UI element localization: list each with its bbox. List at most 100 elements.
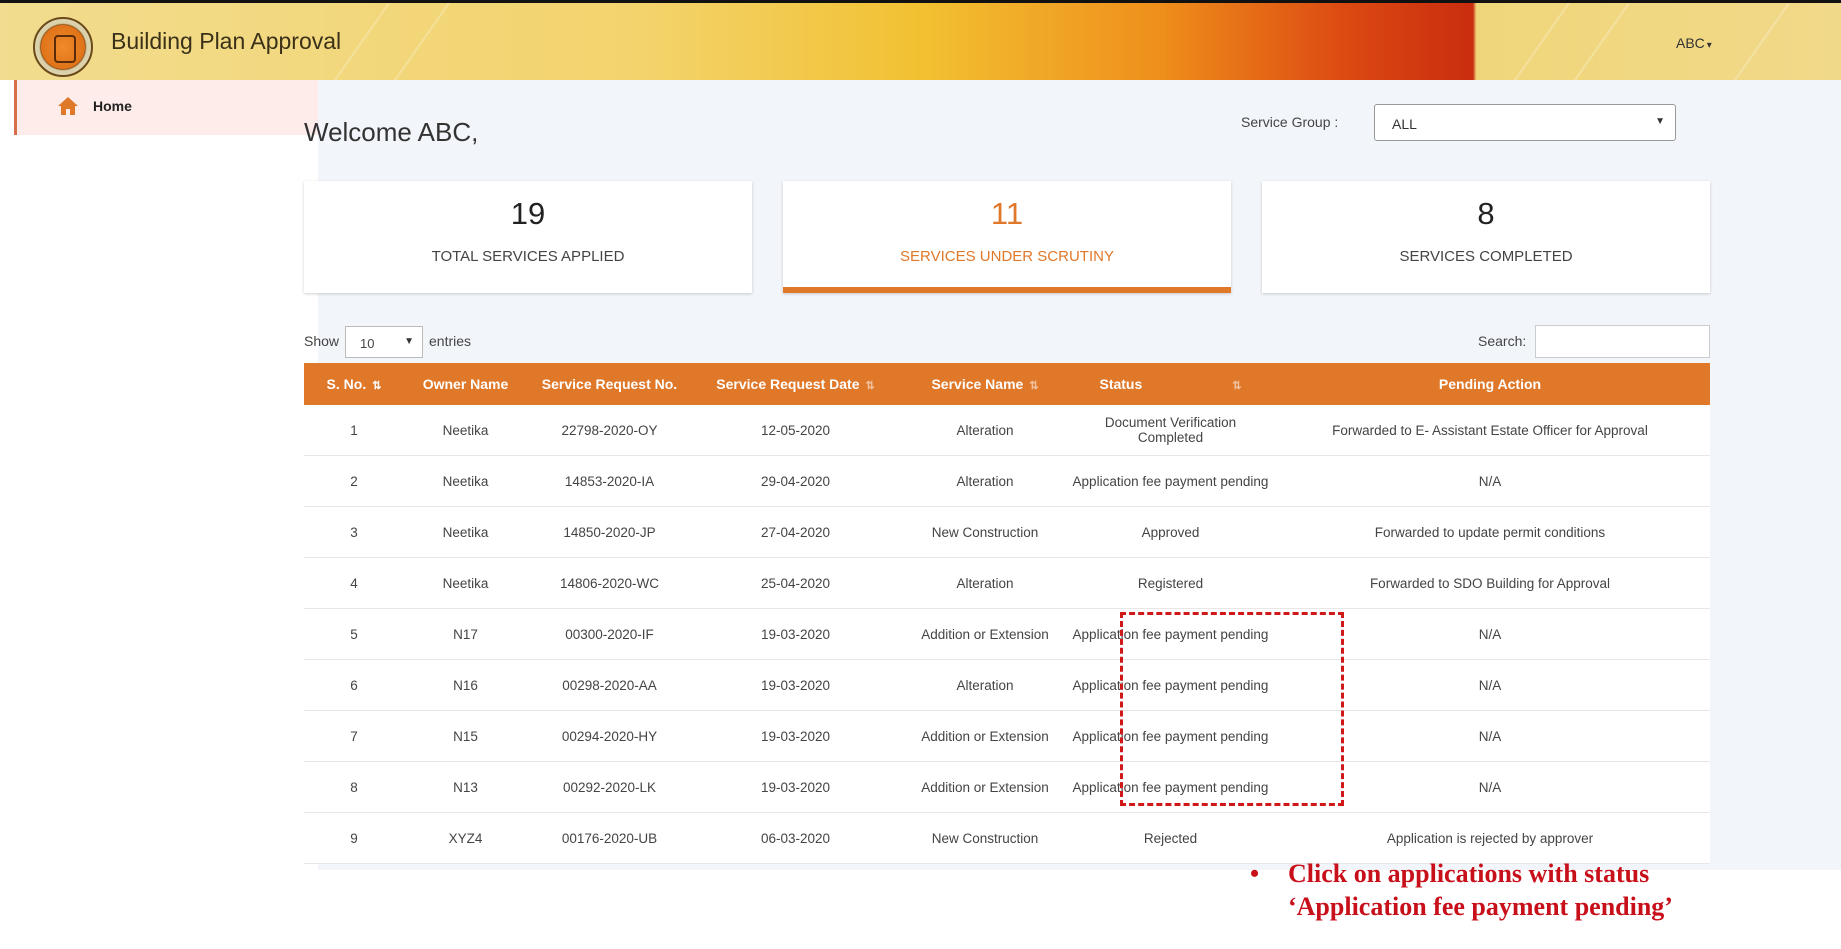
cell-request-date: 12-05-2020 xyxy=(692,405,899,456)
service-group-label: Service Group : xyxy=(1241,114,1339,130)
show-label: Show xyxy=(304,333,340,349)
sort-asc-icon: ⇅ xyxy=(372,380,382,392)
cell-sno: 6 xyxy=(304,659,404,711)
cell-service-name: Addition or Extension xyxy=(899,761,1071,813)
cell-request-date: 29-04-2020 xyxy=(692,455,899,507)
cell-service-name: New Construction xyxy=(899,506,1071,558)
table-row[interactable]: 6 N16 00298-2020-AA 19-03-2020 Alteration App… xyxy=(304,659,1710,711)
chevron-down-icon: ▾ xyxy=(1706,40,1712,51)
instruction-callout: • Click on applications with status ‘App… xyxy=(1250,857,1673,923)
sidebar: Home xyxy=(0,80,318,870)
cell-pending-action: N/A xyxy=(1270,659,1710,711)
table-row[interactable]: 3 Neetika 14850-2020-JP 27-04-2020 New Const… xyxy=(304,506,1710,558)
col-header-pending-action[interactable]: Pending Action xyxy=(1270,363,1710,405)
cell-request-no: 00298-2020-AA xyxy=(527,659,692,711)
cell-request-no: 14806-2020-WC xyxy=(527,557,692,609)
app-title: Building Plan Approval xyxy=(111,28,342,54)
table-row[interactable]: 9 XYZ4 00176-2020-UB 06-03-2020 New Construc… xyxy=(304,812,1710,864)
cell-service-name: Alteration xyxy=(899,557,1071,609)
card-value: 11 xyxy=(990,196,1024,231)
cell-status: Application fee payment pending xyxy=(1071,608,1270,660)
logo xyxy=(33,17,93,77)
col-header-status[interactable]: Status ⇅ xyxy=(1071,363,1270,405)
cell-status: Rejected xyxy=(1071,812,1270,864)
table-row[interactable]: 7 N15 00294-2020-HY 19-03-2020 Addition or E… xyxy=(304,710,1710,762)
cell-status: Application fee payment pending xyxy=(1071,659,1270,711)
table-row[interactable]: 2 Neetika 14853-2020-IA 29-04-2020 Alteratio… xyxy=(304,455,1710,507)
entries-select[interactable]: 10 ▼ xyxy=(345,326,423,358)
instruction-line-1: Click on applications with status xyxy=(1288,859,1650,888)
col-header-service-name[interactable]: Service Name ⇅ xyxy=(899,363,1071,405)
cell-owner: Neetika xyxy=(404,405,527,456)
user-name: ABC xyxy=(1676,35,1705,51)
entries-label: entries xyxy=(429,333,472,349)
user-menu[interactable]: ABC ▾ xyxy=(1676,35,1712,51)
table-row[interactable]: 4 Neetika 14806-2020-WC 25-04-2020 Alteratio… xyxy=(304,557,1710,609)
cell-request-no: 22798-2020-OY xyxy=(527,405,692,456)
home-icon xyxy=(58,97,78,115)
cell-pending-action: Forwarded to update permit conditions xyxy=(1270,506,1710,558)
cell-pending-action: N/A xyxy=(1270,761,1710,813)
cell-service-name: Addition or Extension xyxy=(899,608,1071,660)
cell-status: Approved xyxy=(1071,506,1270,558)
col-header-request-date[interactable]: Service Request Date ⇅ xyxy=(692,363,899,405)
col-header-owner[interactable]: Owner Name xyxy=(404,363,527,405)
cell-request-date: 27-04-2020 xyxy=(692,506,899,558)
cell-service-name: Alteration xyxy=(899,405,1071,456)
cell-pending-action: N/A xyxy=(1270,710,1710,762)
sort-icon: ⇅ xyxy=(1029,380,1039,392)
cell-request-no: 00294-2020-HY xyxy=(527,710,692,762)
cell-status: Application fee payment pending xyxy=(1071,761,1270,813)
cell-request-no: 00292-2020-LK xyxy=(527,761,692,813)
cell-service-name: Addition or Extension xyxy=(899,710,1071,762)
cell-status: Registered xyxy=(1071,557,1270,609)
cell-request-date: 06-03-2020 xyxy=(692,812,899,864)
cell-status: Application fee payment pending xyxy=(1071,455,1270,507)
card-value: 8 xyxy=(1477,196,1495,231)
welcome-heading: Welcome ABC, xyxy=(304,117,479,147)
search-input[interactable] xyxy=(1535,325,1710,358)
search-label: Search: xyxy=(1478,333,1527,349)
cell-sno: 5 xyxy=(304,608,404,660)
cell-sno: 7 xyxy=(304,710,404,762)
sort-icon: ⇅ xyxy=(865,380,875,392)
sort-icon: ⇅ xyxy=(1232,380,1242,392)
card-completed[interactable]: 8 SERVICES COMPLETED xyxy=(1262,181,1710,293)
cell-pending-action: Forwarded to SDO Building for Approval xyxy=(1270,557,1710,609)
card-total-services[interactable]: 19 TOTAL SERVICES APPLIED xyxy=(304,181,752,293)
service-group-select[interactable]: ALL ▼ xyxy=(1374,104,1676,141)
cell-status: Document Verification Completed xyxy=(1071,405,1270,456)
services-table: S. No. ⇅ Owner Name Service Request No. S… xyxy=(304,363,1710,864)
cell-sno: 2 xyxy=(304,455,404,507)
service-group-value: ALL xyxy=(1392,116,1417,132)
cell-owner: N13 xyxy=(404,761,527,813)
cell-owner: N16 xyxy=(404,659,527,711)
table-body: 1 Neetika 22798-2020-OY 12-05-2020 Alteratio… xyxy=(304,405,1710,864)
cell-request-date: 19-03-2020 xyxy=(692,710,899,762)
cell-sno: 8 xyxy=(304,761,404,813)
table-row[interactable]: 5 N17 00300-2020-IF 19-03-2020 Addition or E… xyxy=(304,608,1710,660)
sidebar-item-home[interactable]: Home xyxy=(14,80,318,135)
cell-service-name: Alteration xyxy=(899,455,1071,507)
cell-pending-action: N/A xyxy=(1270,608,1710,660)
card-under-scrutiny[interactable]: 11 SERVICES UNDER SCRUTINY xyxy=(783,181,1231,293)
card-label: SERVICES COMPLETED xyxy=(1399,248,1573,265)
table-row[interactable]: 1 Neetika 22798-2020-OY 12-05-2020 Alteratio… xyxy=(304,405,1710,456)
cell-owner: Neetika xyxy=(404,455,527,507)
bullet: • xyxy=(1250,859,1260,888)
cell-owner: N17 xyxy=(404,608,527,660)
card-value: 19 xyxy=(510,196,546,231)
instruction-line-2: ‘Application fee payment pending’ xyxy=(1288,892,1673,921)
col-header-sno[interactable]: S. No. ⇅ xyxy=(304,363,404,405)
col-header-request-no[interactable]: Service Request No. xyxy=(527,363,692,405)
cell-owner: N15 xyxy=(404,710,527,762)
sidebar-item-label: Home xyxy=(93,98,132,114)
cell-request-no: 14853-2020-IA xyxy=(527,455,692,507)
cell-sno: 3 xyxy=(304,506,404,558)
cell-request-no: 14850-2020-JP xyxy=(527,506,692,558)
table-row[interactable]: 8 N13 00292-2020-LK 19-03-2020 Addition or E… xyxy=(304,761,1710,813)
app-header: Building Plan Approval ABC ▾ xyxy=(0,0,1841,80)
cell-status: Application fee payment pending xyxy=(1071,710,1270,762)
cell-sno: 1 xyxy=(304,405,404,456)
card-label: SERVICES UNDER SCRUTINY xyxy=(900,248,1114,265)
